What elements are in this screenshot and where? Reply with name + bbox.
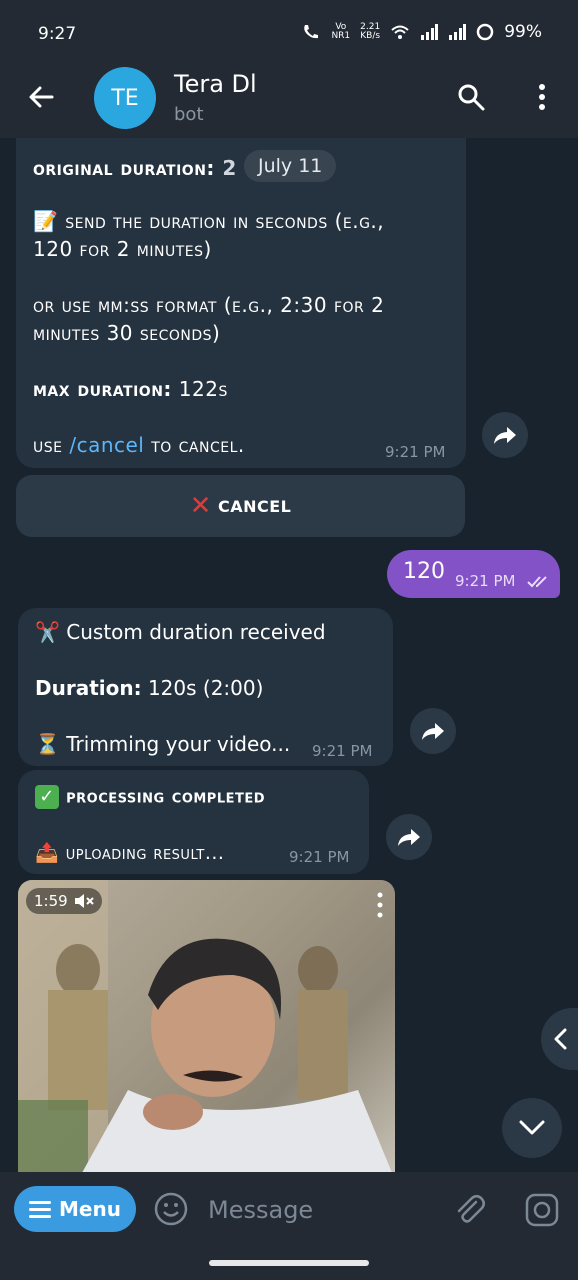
signal-icon [421, 24, 439, 40]
composer-bar: Menu [0, 1172, 578, 1246]
message-bubble[interactable]: ✓ Processing Completed 📤 Uploading resul… [18, 770, 369, 874]
share-icon [494, 427, 516, 444]
message-text: 📤 Uploading result... [35, 842, 225, 864]
battery-level: 99% [504, 22, 542, 42]
side-panel-toggle[interactable] [541, 1008, 578, 1070]
share-button[interactable] [482, 412, 528, 458]
battery-icon [476, 23, 494, 41]
back-arrow-icon[interactable] [26, 82, 56, 112]
message-text: 120 for 2 minutes) [33, 237, 212, 261]
wifi-icon [391, 25, 409, 39]
message-text: Or use MM:SS format (e.g., 2:30 for 2 [33, 293, 385, 317]
status-time: 9:27 [38, 24, 77, 44]
message-text: Duration: 120s (2:00) [35, 676, 264, 700]
message-text: 📝 Send the duration in seconds (e.g., [33, 209, 385, 233]
paperclip-icon[interactable] [452, 1192, 488, 1228]
message-text: Use /cancel to cancel. [33, 433, 245, 457]
outbox-tray-icon: 📤 [35, 842, 60, 864]
network-speed: 2.21 KB/s [360, 22, 381, 41]
cancel-command-link[interactable]: /cancel [69, 433, 144, 457]
share-button[interactable] [386, 814, 432, 860]
video-duration-badge[interactable]: 1:59 [26, 888, 102, 914]
avatar[interactable]: TE [94, 67, 156, 129]
message-text: Max Duration: 122s [33, 377, 228, 401]
scissors-icon: ✂️ [35, 620, 60, 644]
message-bubble[interactable]: Original Duration: 2 July 11 📝 Send the … [16, 138, 466, 468]
share-button[interactable] [410, 708, 456, 754]
camera-icon[interactable] [524, 1192, 560, 1228]
status-bar: 9:27 Vo NR1 2.21 KB/s 99% [0, 0, 578, 64]
message-text: 120 [403, 559, 445, 584]
network-type: Vo NR1 [331, 22, 351, 41]
more-vertical-icon[interactable] [528, 82, 556, 112]
message-bubble[interactable]: ✂️ Custom duration received Duration: 12… [18, 608, 393, 766]
mute-icon [74, 894, 94, 908]
message-time: 9:21 PM [385, 443, 446, 461]
menu-button[interactable]: Menu [14, 1186, 136, 1232]
more-vertical-icon[interactable] [375, 890, 385, 920]
cross-mark-icon: ✕ [189, 491, 212, 521]
signal-icon [449, 24, 467, 40]
system-nav-bar [0, 1246, 578, 1280]
message-time: 9:21 PM [289, 848, 350, 866]
outgoing-message[interactable]: 120 9:21 PM [387, 550, 560, 598]
message-input[interactable] [206, 1192, 440, 1228]
video-frame [18, 880, 392, 1172]
message-text: ✓ Processing Completed [35, 785, 265, 809]
read-checks-icon [527, 576, 547, 588]
chevron-left-icon [554, 1028, 567, 1050]
chevron-down-icon [519, 1120, 545, 1135]
memo-icon: 📝 [33, 209, 59, 233]
scroll-down-button[interactable] [502, 1098, 562, 1158]
emoji-icon[interactable] [154, 1192, 188, 1226]
message-text: ✂️ Custom duration received [35, 620, 326, 644]
date-chip: July 11 [244, 150, 337, 182]
message-text: Original Duration: 2 [33, 156, 237, 180]
chat-title[interactable]: Tera Dl [174, 70, 257, 98]
message-time: 9:21 PM [455, 572, 516, 590]
hamburger-icon [29, 1201, 52, 1218]
chat-header: TE Tera Dl bot [0, 64, 578, 138]
search-icon[interactable] [456, 82, 486, 112]
call-icon [304, 25, 319, 39]
status-icons: Vo NR1 2.21 KB/s 99% [301, 22, 542, 42]
chat-area[interactable]: Original Duration: 2 July 11 📝 Send the … [0, 138, 578, 1172]
chat-subtitle: bot [174, 104, 204, 125]
message-text: ⏳ Trimming your video... [35, 732, 291, 756]
check-mark-icon: ✓ [35, 785, 59, 809]
cancel-button[interactable]: ✕ CANCEL [16, 475, 465, 537]
share-icon [422, 723, 444, 740]
message-text: minutes 30 seconds) [33, 321, 221, 345]
message-time: 9:21 PM [312, 742, 373, 760]
share-icon [398, 829, 420, 846]
video-message[interactable]: 1:59 [18, 880, 395, 1172]
home-indicator[interactable] [209, 1260, 369, 1266]
hourglass-icon: ⏳ [35, 732, 60, 756]
